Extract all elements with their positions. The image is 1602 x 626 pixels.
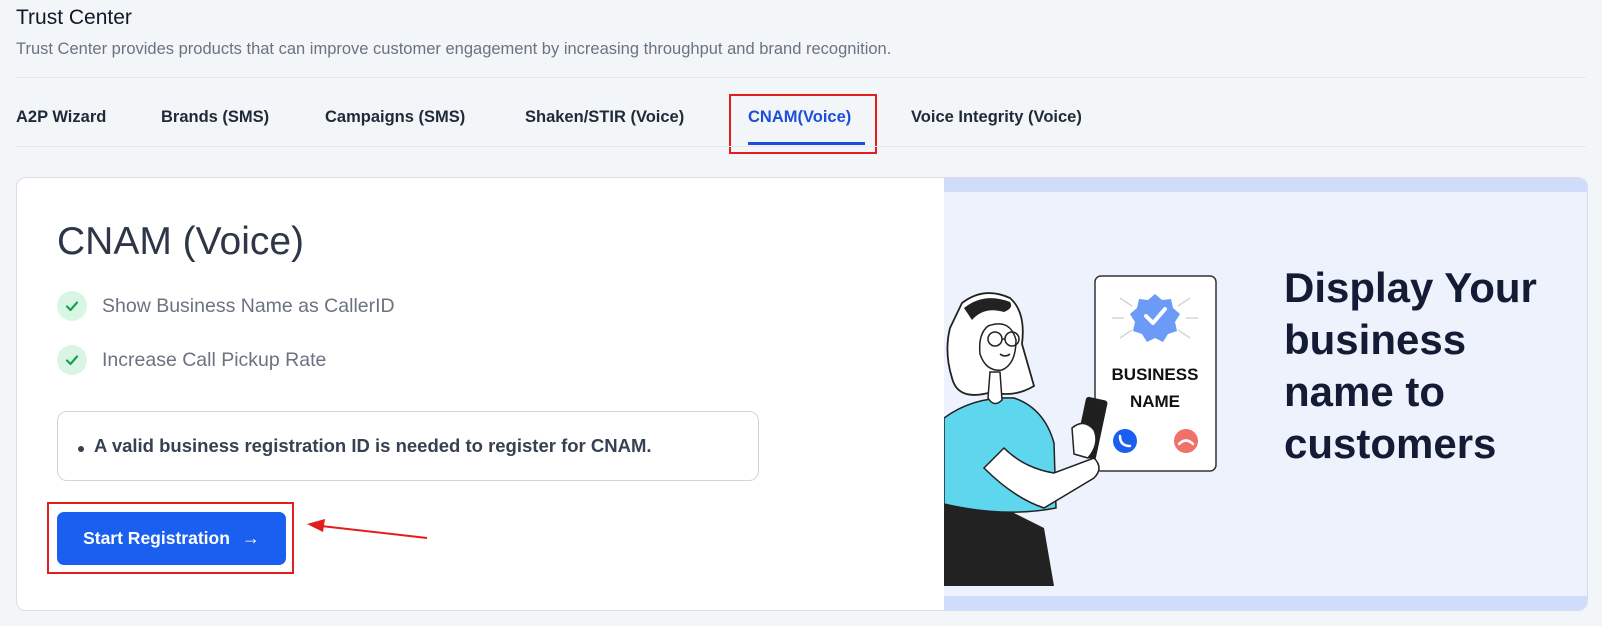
tab-shaken-stir-voice[interactable]: Shaken/STIR (Voice)	[525, 108, 684, 127]
check-icon	[57, 291, 87, 321]
card-title: CNAM (Voice)	[57, 220, 305, 263]
feature-label: Increase Call Pickup Rate	[102, 348, 327, 371]
phone-accept-icon	[1113, 429, 1137, 453]
promo-band	[944, 596, 1587, 610]
tab-voice-integrity-voice[interactable]: Voice Integrity (Voice)	[911, 108, 1082, 127]
header-divider	[16, 77, 1586, 78]
annotation-arrow-icon	[307, 519, 428, 539]
phone-decline-icon	[1174, 429, 1198, 453]
phone-name-line2: NAME	[1130, 392, 1180, 411]
phone-name-line1: BUSINESS	[1112, 365, 1199, 384]
notice-text: A valid business registration ID is need…	[94, 435, 652, 456]
page-subtitle: Trust Center provides products that can …	[16, 40, 892, 58]
check-icon	[57, 345, 87, 375]
promo-band	[944, 178, 1587, 192]
bullet-icon	[78, 446, 84, 452]
tab-highlight-box	[729, 94, 877, 154]
promo-headline: Display Your business name to customers	[1284, 264, 1537, 467]
start-registration-label: Start Registration	[83, 528, 230, 548]
feature-label: Show Business Name as CallerID	[102, 294, 395, 317]
page-title: Trust Center	[16, 6, 132, 29]
feature-item: Increase Call Pickup Rate	[57, 345, 326, 375]
arrow-right-icon: →	[241, 528, 260, 548]
feature-item: Show Business Name as CallerID	[57, 291, 395, 321]
promo-panel: BUSINESS NAME Display Your business name…	[944, 178, 1587, 610]
caller-illustration: BUSINESS NAME	[944, 275, 1217, 586]
tab-brands-sms[interactable]: Brands (SMS)	[161, 108, 269, 127]
tabs-divider	[16, 146, 1586, 147]
cnam-card: CNAM (Voice) Show Business Name as Calle…	[16, 177, 1588, 611]
start-registration-button[interactable]: Start Registration →	[57, 512, 286, 565]
tab-campaigns-sms[interactable]: Campaigns (SMS)	[325, 108, 465, 127]
tab-a2p-wizard[interactable]: A2P Wizard	[16, 108, 106, 127]
requirement-notice: A valid business registration ID is need…	[57, 411, 759, 481]
